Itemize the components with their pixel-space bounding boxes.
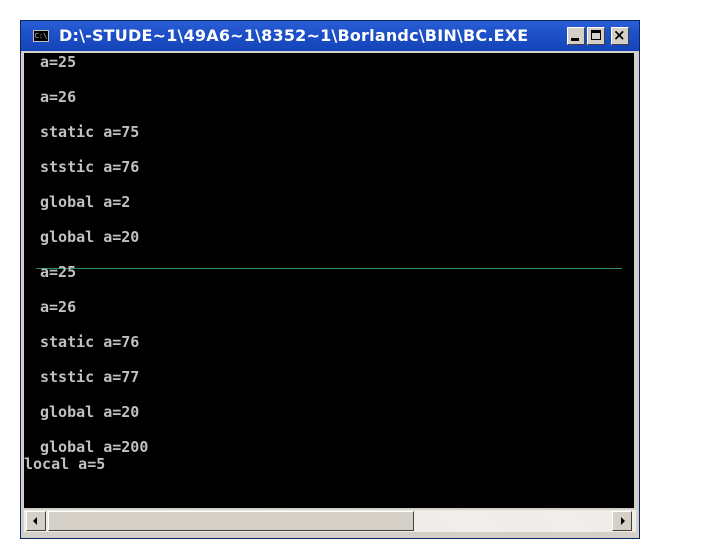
console-line: a=25 bbox=[40, 263, 77, 281]
console-line: ststic a=77 bbox=[40, 368, 140, 386]
minimize-icon bbox=[571, 38, 579, 41]
console-line: global a=2 bbox=[40, 193, 131, 211]
console-line: global a=20 bbox=[40, 403, 140, 421]
close-button[interactable]: × bbox=[611, 26, 629, 45]
console-line: a=26 bbox=[40, 298, 77, 316]
scroll-right-button[interactable] bbox=[612, 511, 632, 531]
scroll-thumb[interactable] bbox=[48, 511, 414, 531]
minimize-button[interactable] bbox=[567, 27, 585, 45]
console-icon[interactable]: C:\ bbox=[33, 30, 49, 42]
close-icon: × bbox=[613, 26, 626, 44]
console-line: a=26 bbox=[40, 88, 77, 106]
maximize-button[interactable] bbox=[587, 27, 605, 45]
console-output[interactable]: a=25 a=26 static a=75 ststic a=76 global… bbox=[24, 53, 634, 508]
arrow-right-icon bbox=[621, 517, 625, 525]
window-title: D:\-STUDE~1\49A6~1\8352~1\Borlandc\BIN\B… bbox=[59, 26, 529, 45]
divider bbox=[36, 268, 622, 269]
horizontal-scrollbar[interactable] bbox=[24, 510, 636, 532]
console-line: a=25 bbox=[40, 53, 77, 71]
console-line: static a=75 bbox=[40, 123, 140, 141]
maximize-icon bbox=[591, 30, 601, 40]
console-window: C:\ D:\-STUDE~1\49A6~1\8352~1\Borlandc\B… bbox=[20, 20, 640, 539]
console-line: local a=5 bbox=[24, 455, 106, 473]
console-line: global a=200 bbox=[40, 438, 149, 456]
console-line: static a=76 bbox=[40, 333, 140, 351]
scroll-left-button[interactable] bbox=[26, 511, 46, 531]
console-line: ststic a=76 bbox=[40, 158, 140, 176]
arrow-left-icon bbox=[33, 517, 37, 525]
title-bar[interactable]: C:\ D:\-STUDE~1\49A6~1\8352~1\Borlandc\B… bbox=[21, 21, 639, 51]
console-line: global a=20 bbox=[40, 228, 140, 246]
